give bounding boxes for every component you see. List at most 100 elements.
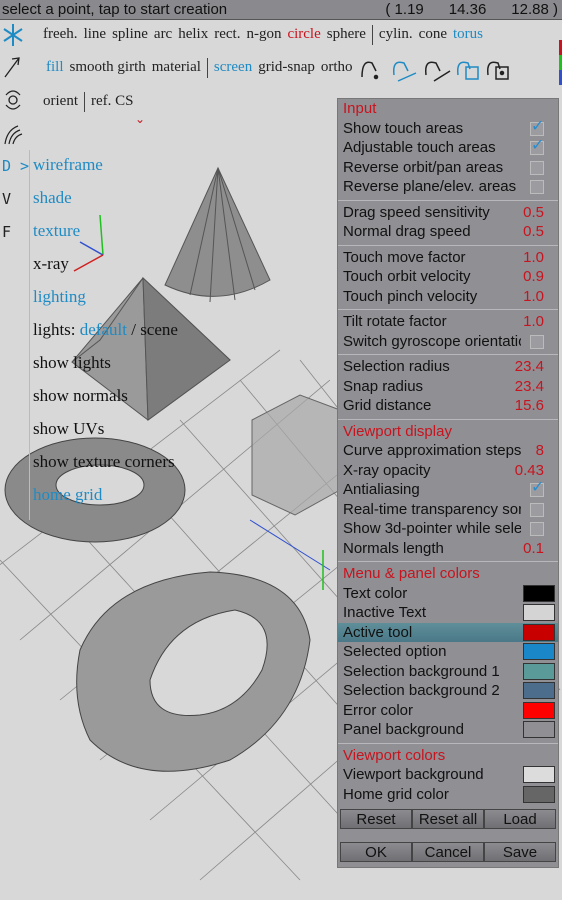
tool-spline[interactable]: spline <box>112 26 148 42</box>
snap-edge-icon[interactable] <box>392 61 417 82</box>
tool-line[interactable]: line <box>84 26 107 42</box>
color-swatch[interactable] <box>523 682 555 699</box>
setting-curve-approximation-steps[interactable]: Curve approximation steps 8 <box>338 441 558 461</box>
tool-helix[interactable]: helix <box>178 26 208 42</box>
view-menu-x-ray[interactable]: x-ray <box>33 254 69 274</box>
lights-scene-option[interactable]: / scene <box>131 320 178 339</box>
tool-rect[interactable]: rect. <box>214 26 240 42</box>
setting-reverse-orbit-pan-areas[interactable]: Reverse orbit/pan areas <box>338 158 558 178</box>
lights-default-option[interactable]: default <box>80 320 127 339</box>
view-menu-show-texture-corners[interactable]: show texture corners <box>33 452 175 472</box>
reset-button[interactable]: Reset <box>340 809 412 829</box>
setting-selection-background-1[interactable]: Selection background 1 <box>338 662 558 682</box>
tool-material[interactable]: material <box>152 59 201 75</box>
cancel-button[interactable]: Cancel <box>412 842 484 862</box>
setting-selection-radius[interactable]: Selection radius 23.4 <box>338 357 558 377</box>
setting-value[interactable]: 0.43 <box>515 461 544 481</box>
setting-text-color[interactable]: Text color <box>338 584 558 604</box>
color-swatch[interactable] <box>523 623 555 641</box>
setting-touch-move-factor[interactable]: Touch move factor 1.0 <box>338 248 558 268</box>
tool-ortho[interactable]: ortho <box>321 59 353 75</box>
ok-button[interactable]: OK <box>340 842 412 862</box>
wave-icon[interactable] <box>2 122 24 148</box>
setting-selected-option[interactable]: Selected option <box>338 642 558 662</box>
view-menu-shade[interactable]: shade <box>33 188 72 208</box>
tool-cylin[interactable]: cylin. <box>379 26 413 42</box>
mode-f[interactable]: F <box>2 223 11 241</box>
checkbox[interactable] <box>530 334 544 349</box>
setting-show-3d-pointer-while-select[interactable]: Show 3d-pointer while select <box>338 519 558 539</box>
setting-panel-background[interactable]: Panel background <box>338 720 558 740</box>
load-button[interactable]: Load <box>484 809 556 829</box>
tool-freeh[interactable]: freeh. <box>43 26 78 42</box>
view-menu-show-uvs[interactable]: show UVs <box>33 419 104 439</box>
setting-antialiasing[interactable]: Antialiasing <box>338 480 558 500</box>
setting-value[interactable]: 8 <box>536 441 544 461</box>
tool-smooth-girth[interactable]: smooth girth <box>70 59 146 75</box>
setting-home-grid-color[interactable]: Home grid color <box>338 785 558 805</box>
color-swatch[interactable] <box>523 604 555 621</box>
checkbox[interactable] <box>530 480 544 498</box>
setting-switch-gyroscope-orientation[interactable]: Switch gyroscope orientation <box>338 332 558 352</box>
tool-grid-snap[interactable]: grid-snap <box>258 59 315 75</box>
view-menu-show-normals[interactable]: show normals <box>33 386 128 406</box>
view-menu-wireframe[interactable]: wireframe <box>33 155 103 175</box>
setting-adjustable-touch-areas[interactable]: Adjustable touch areas <box>338 138 558 158</box>
mode-v[interactable]: V <box>2 190 11 208</box>
setting-touch-pinch-velocity[interactable]: Touch pinch velocity 1.0 <box>338 287 558 307</box>
view-menu-lights[interactable]: lights: default / scene <box>33 320 178 340</box>
checkbox[interactable] <box>530 160 544 175</box>
tool-torus[interactable]: torus <box>453 26 483 42</box>
color-swatch[interactable] <box>523 662 555 680</box>
color-swatch[interactable] <box>523 721 555 738</box>
tool-orient[interactable]: orient <box>43 93 78 109</box>
setting-drag-speed-sensitivity[interactable]: Drag speed sensitivity 0.5 <box>338 203 558 223</box>
setting-selection-background-2[interactable]: Selection background 2 <box>338 681 558 701</box>
checkbox[interactable] <box>530 119 544 136</box>
checkbox[interactable] <box>530 180 544 194</box>
setting-error-color[interactable]: Error color <box>338 701 558 721</box>
setting-real-time-transparency-sort[interactable]: Real-time transparency sort <box>338 500 558 520</box>
checkbox[interactable] <box>530 522 544 536</box>
tool-ref-cs[interactable]: ref. CS <box>91 93 134 109</box>
tool-cone[interactable]: cone <box>419 26 447 42</box>
snap-point-icon[interactable] <box>361 61 379 80</box>
setting-viewport-background[interactable]: Viewport background <box>338 765 558 785</box>
color-swatch[interactable] <box>523 785 555 803</box>
setting-grid-distance[interactable]: Grid distance 15.6 <box>338 396 558 416</box>
setting-value[interactable]: 23.4 <box>515 357 544 377</box>
color-swatch[interactable] <box>523 766 555 783</box>
checkbox[interactable] <box>530 502 544 517</box>
color-swatch[interactable] <box>523 701 555 719</box>
setting-value[interactable]: 15.6 <box>515 396 544 416</box>
checkbox[interactable] <box>530 138 544 156</box>
setting-value[interactable]: 0.1 <box>523 539 544 559</box>
setting-value[interactable]: 0.9 <box>523 267 544 287</box>
setting-value[interactable]: 0.5 <box>523 222 544 242</box>
setting-touch-orbit-velocity[interactable]: Touch orbit velocity 0.9 <box>338 267 558 287</box>
setting-x-ray-opacity[interactable]: X-ray opacity 0.43 <box>338 461 558 481</box>
arrow-icon[interactable] <box>2 54 24 80</box>
view-menu-lighting[interactable]: lighting <box>33 287 86 307</box>
reset-all-button[interactable]: Reset all <box>412 809 484 829</box>
setting-value[interactable]: 1.0 <box>523 248 544 268</box>
snap-face-icon[interactable] <box>456 61 479 80</box>
setting-value[interactable]: 1.0 <box>523 287 544 307</box>
transform-star-icon[interactable] <box>2 22 24 48</box>
color-swatch[interactable] <box>523 584 555 602</box>
setting-inactive-text[interactable]: Inactive Text <box>338 603 558 623</box>
tool-arc[interactable]: arc <box>154 26 172 42</box>
setting-show-touch-areas[interactable]: Show touch areas <box>338 119 558 139</box>
save-button[interactable]: Save <box>484 842 556 862</box>
view-menu-show-lights[interactable]: show lights <box>33 353 111 373</box>
mode-d[interactable]: D > <box>2 157 29 175</box>
setting-reverse-plane-elev-areas[interactable]: Reverse plane/elev. areas <box>338 177 558 197</box>
setting-tilt-rotate-factor[interactable]: Tilt rotate factor 1.0 <box>338 312 558 332</box>
setting-active-tool[interactable]: Active tool <box>338 622 558 642</box>
tool-circle[interactable]: circle <box>287 26 320 42</box>
tool-fill[interactable]: fill <box>46 59 64 75</box>
spiral-orbit-icon[interactable] <box>2 87 24 113</box>
setting-value[interactable]: 1.0 <box>523 312 544 332</box>
color-swatch[interactable] <box>523 643 555 660</box>
tool-sphere[interactable]: sphere <box>327 26 366 42</box>
